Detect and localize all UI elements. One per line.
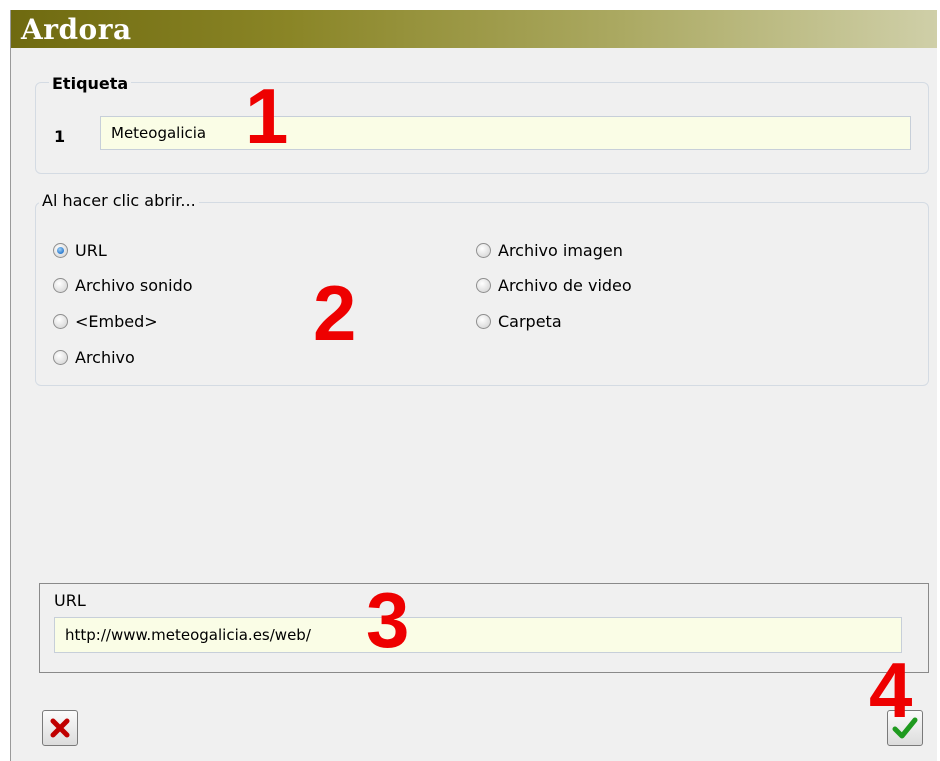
radio-archivo-video[interactable]: Archivo de video: [476, 274, 632, 296]
radio-url[interactable]: URL: [53, 239, 107, 261]
cancel-button[interactable]: [42, 710, 78, 746]
annotation-2: 2: [313, 269, 357, 357]
etiqueta-legend: Etiqueta: [49, 74, 132, 93]
annotation-4: 4: [869, 646, 913, 734]
radio-icon: [53, 349, 68, 365]
radio-archivo-label: Archivo: [75, 347, 135, 367]
annotation-3: 3: [366, 576, 410, 664]
radio-icon: [476, 313, 491, 329]
radio-archivo-sonido-label: Archivo sonido: [75, 275, 193, 295]
etiqueta-index: 1: [54, 127, 66, 146]
annotation-1: 1: [245, 72, 289, 160]
radio-carpeta[interactable]: Carpeta: [476, 310, 562, 332]
radio-archivo-video-label: Archivo de video: [498, 275, 632, 295]
radio-archivo-imagen[interactable]: Archivo imagen: [476, 239, 623, 261]
radio-icon: [476, 242, 491, 258]
radio-icon: [53, 277, 68, 293]
radio-icon: [476, 277, 491, 293]
radio-carpeta-label: Carpeta: [498, 311, 562, 331]
window-title: Ardora: [21, 13, 132, 46]
radio-url-label: URL: [75, 240, 107, 260]
radio-embed[interactable]: <Embed>: [53, 310, 158, 332]
title-bar: Ardora: [11, 10, 937, 48]
etiqueta-input[interactable]: Meteogalicia: [100, 116, 911, 150]
ardora-dialog: Ardora Etiqueta 1 Meteogalicia Al hacer …: [10, 10, 937, 761]
radio-icon: [53, 313, 68, 329]
open-action-legend: Al hacer clic abrir...: [39, 191, 199, 210]
url-input[interactable]: http://www.meteogalicia.es/web/: [54, 617, 902, 653]
url-label: URL: [54, 591, 86, 610]
radio-embed-label: <Embed>: [75, 311, 158, 331]
radio-selected-icon: [53, 242, 68, 258]
red-x-icon: [50, 718, 70, 738]
radio-archivo-sonido[interactable]: Archivo sonido: [53, 274, 193, 296]
radio-archivo-imagen-label: Archivo imagen: [498, 240, 623, 260]
radio-archivo[interactable]: Archivo: [53, 346, 135, 368]
